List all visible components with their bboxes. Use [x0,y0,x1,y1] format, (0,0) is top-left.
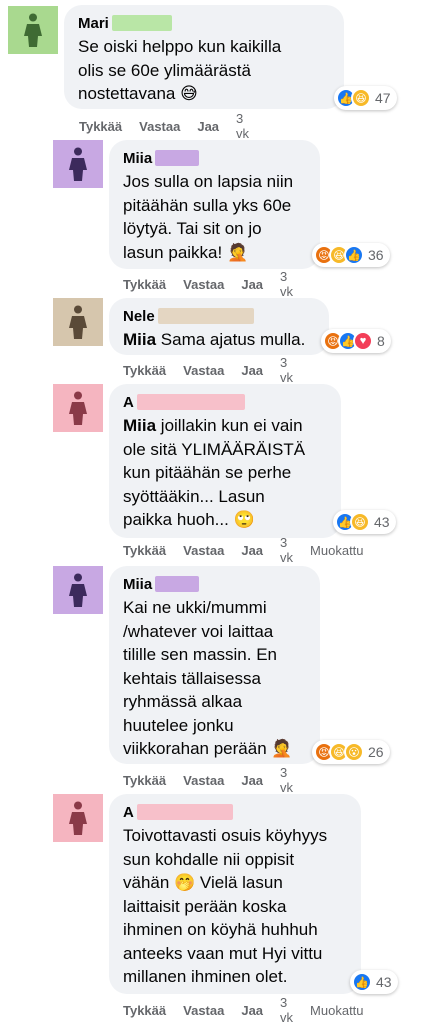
love-reaction-icon: ♥ [353,331,373,351]
like-reaction-icon: 👍 [344,245,364,265]
comment-text: Miia Sama ajatus mulla. [123,328,315,352]
reaction-count: 26 [368,744,384,760]
reply-button[interactable]: Vastaa [183,277,224,292]
like-reaction-icon: 👍 [352,972,372,992]
author-name[interactable]: Nele [123,308,155,325]
reply-button[interactable]: Vastaa [183,363,224,378]
like-button[interactable]: Tykkää [123,773,166,788]
timestamp[interactable]: 3 vk [280,535,293,565]
reaction-summary[interactable]: 👍 😆 43 [333,510,396,534]
like-button[interactable]: Tykkää [123,543,166,558]
reaction-count: 36 [368,247,384,263]
person-silhouette-icon [69,801,87,835]
comment-bubble[interactable]: Nele Miia Sama ajatus mulla. [109,298,329,355]
share-button[interactable]: Jaa [241,773,263,788]
reaction-count: 47 [375,90,391,106]
comment-bubble[interactable]: Mari Se oiski helppo kun kaikilla olis s… [64,5,344,109]
reaction-count: 43 [376,974,392,990]
like-button[interactable]: Tykkää [123,363,166,378]
comment-bubble[interactable]: Miia Kai ne ukki/mummi /whatever voi lai… [109,566,320,764]
timestamp[interactable]: 3 vk [280,269,293,299]
wow-reaction-icon: 😮 [344,742,364,762]
avatar[interactable] [53,384,103,432]
share-button[interactable]: Jaa [241,363,263,378]
timestamp[interactable]: 3 vk [280,995,293,1025]
reaction-summary[interactable]: 😡 😆 👍 36 [312,243,390,267]
haha-reaction-icon: 😆 [351,88,371,108]
share-button[interactable]: Jaa [241,1003,263,1018]
comment-text: Toivottavasti osuis köyhyys sun kohdalle… [123,826,328,986]
avatar[interactable] [53,566,103,614]
reply-button[interactable]: Vastaa [183,1003,224,1018]
person-silhouette-icon [69,147,87,181]
edited-label: Muokattu [310,1002,364,1018]
comment-text: Se oiski helppo kun kaikilla olis se 60e… [78,37,282,103]
person-silhouette-icon [69,573,87,607]
mention-link[interactable]: Miia [123,416,156,435]
reply-button[interactable]: Vastaa [183,543,224,558]
share-button[interactable]: Jaa [241,277,263,292]
author-name[interactable]: Miia [123,576,152,593]
person-silhouette-icon [69,391,87,425]
like-button[interactable]: Tykkää [123,277,166,292]
share-button[interactable]: Jaa [241,543,263,558]
redacted-name [111,15,172,31]
haha-reaction-icon: 😆 [350,512,370,532]
author-name[interactable]: A [123,394,134,411]
avatar[interactable] [53,794,103,842]
comment-text: Kai ne ukki/mummi /whatever voi laittaa … [123,598,293,758]
author-name[interactable]: Mari [78,15,109,32]
reaction-summary[interactable]: 😡 😆 😮 26 [312,740,390,764]
reply-button[interactable]: Vastaa [139,119,180,134]
comment-bubble[interactable]: A Toivottavasti osuis köyhyys sun kohdal… [109,794,361,994]
reaction-summary[interactable]: 👍 😆 47 [334,86,397,110]
redacted-name [155,150,200,166]
redacted-name [157,308,254,324]
redacted-name [136,804,233,820]
comment-body: Sama ajatus mulla. [160,330,306,349]
mention-link[interactable]: Miia [123,330,156,349]
reaction-summary[interactable]: 😡 👍 ♥ 8 [321,329,391,353]
timestamp[interactable]: 3 vk [280,765,293,795]
avatar[interactable] [53,298,103,346]
reaction-count: 8 [377,333,385,349]
avatar[interactable] [8,6,58,54]
person-silhouette-icon [24,13,42,47]
reaction-summary[interactable]: 👍 43 [350,970,398,994]
comment-text: Jos sulla on lapsia niin pitäähän sulla … [123,172,294,262]
share-button[interactable]: Jaa [197,119,219,134]
author-name[interactable]: A [123,804,134,821]
edited-label: Muokattu [310,542,364,558]
comment-bubble[interactable]: Miia Jos sulla on lapsia niin pitäähän s… [109,140,320,269]
redacted-name [155,576,200,592]
like-button[interactable]: Tykkää [123,1003,166,1018]
author-name[interactable]: Miia [123,150,152,167]
reply-button[interactable]: Vastaa [183,773,224,788]
redacted-name [136,394,245,410]
like-button[interactable]: Tykkää [79,119,122,134]
timestamp[interactable]: 3 vk [280,355,293,385]
person-silhouette-icon [69,305,87,339]
comment-bubble[interactable]: A Miia joillakin kun ei vain ole sitä YL… [109,384,341,538]
avatar[interactable] [53,140,103,188]
reaction-count: 43 [374,514,390,530]
comment-text: Miia joillakin kun ei vain ole sitä YLIM… [123,414,327,532]
timestamp[interactable]: 3 vk [236,111,249,141]
